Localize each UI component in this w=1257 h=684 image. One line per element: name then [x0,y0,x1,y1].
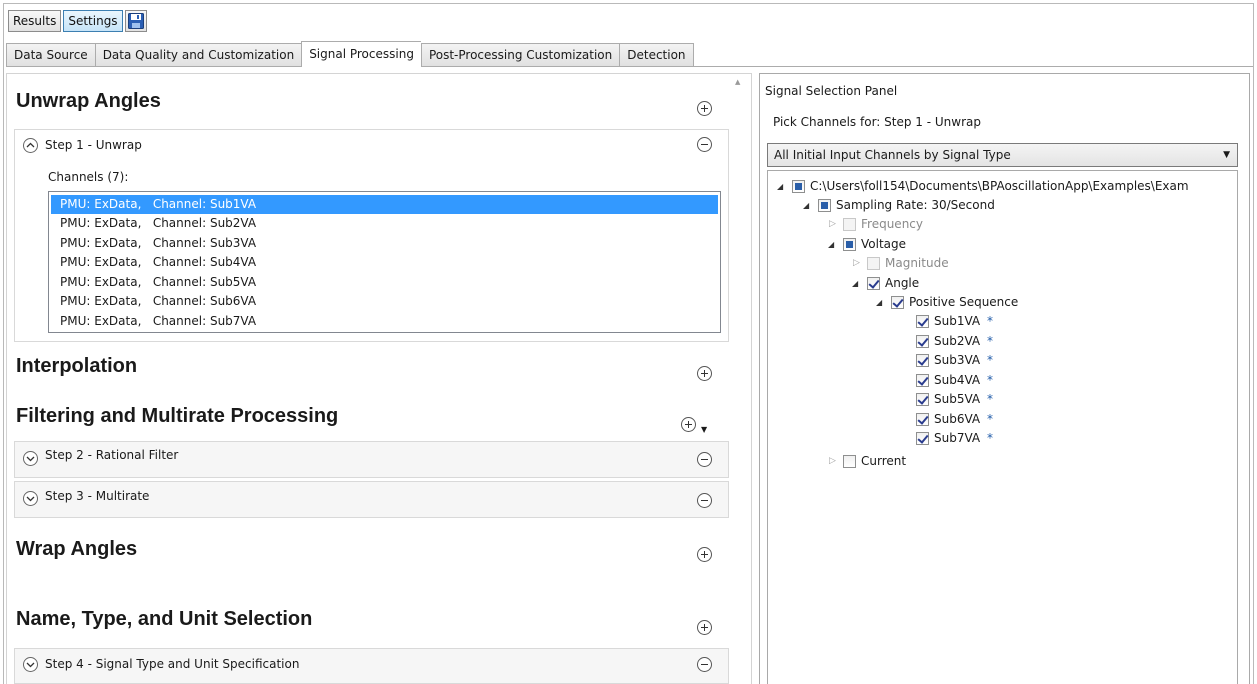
results-button[interactable]: Results [8,10,62,32]
expanded-arrow-icon[interactable]: ◢ [828,240,834,249]
angle-checkbox[interactable] [867,277,880,290]
chevron-down-icon[interactable] [23,491,38,506]
tab-post-processing[interactable]: Post-Processing Customization [420,43,620,67]
signal-checkbox[interactable] [916,335,929,348]
signal-label: Sub7VA [934,431,981,445]
signal-marker: * [987,334,993,348]
signal-marker: * [987,412,993,426]
settings-tabs: Data Source Data Quality and Customizati… [6,41,694,67]
collapsed-arrow-icon[interactable]: ▷ [853,258,860,268]
positive-sequence-label: Positive Sequence [909,295,1019,309]
remove-step2-icon[interactable] [697,452,712,467]
angle-label: Angle [885,276,920,290]
tab-divider [6,66,1253,67]
signal-marker: * [987,373,993,387]
magnitude-label: Magnitude [885,256,949,270]
add-filter-dropdown-arrow-icon[interactable]: ▼ [701,425,707,434]
signal-checkbox[interactable] [916,354,929,367]
remove-step3-icon[interactable] [697,493,712,508]
filtering-heading: Filtering and Multirate Processing [16,405,339,427]
positive-sequence-checkbox[interactable] [891,296,904,309]
collapsed-arrow-icon[interactable]: ▷ [829,219,836,229]
wrap-angles-heading: Wrap Angles [16,538,138,560]
signal-label: Sub3VA [934,353,981,367]
tab-data-quality[interactable]: Data Quality and Customization [94,43,302,67]
signal-checkbox[interactable] [916,432,929,445]
channel-list-item[interactable]: PMU: ExData, Channel: Sub2VA [51,214,718,233]
scroll-up-arrow-icon[interactable]: ▲ [735,78,740,86]
unwrap-angles-heading: Unwrap Angles [16,90,161,112]
tab-data-source[interactable]: Data Source [6,43,95,67]
name-type-unit-heading: Name, Type, and Unit Selection [16,608,313,630]
signal-marker: * [987,431,993,445]
step2-label: Step 2 - Rational Filter [45,448,179,462]
add-filter-step-icon[interactable] [681,417,696,432]
voltage-label: Voltage [861,237,907,251]
channel-source-select[interactable]: All Initial Input Channels by Signal Typ… [767,143,1238,167]
tab-signal-processing[interactable]: Signal Processing [301,41,421,67]
channel-source-value: All Initial Input Channels by Signal Typ… [774,148,1011,162]
settings-button[interactable]: Settings [63,10,123,32]
signal-label: Sub1VA [934,314,981,328]
chevron-down-icon[interactable] [23,451,38,466]
expanded-arrow-icon[interactable]: ◢ [876,298,882,307]
tab-detection[interactable]: Detection [619,43,694,67]
channels-listbox[interactable]: PMU: ExData, Channel: Sub1VA PMU: ExData… [48,191,721,333]
voltage-checkbox[interactable] [843,238,856,251]
channel-list-item[interactable]: PMU: ExData, Channel: Sub1VA [51,195,718,214]
signal-label: Sub4VA [934,373,981,387]
add-wrap-step-icon[interactable] [697,547,712,562]
add-unwrap-step-icon[interactable] [697,101,712,116]
expanded-arrow-icon[interactable]: ◢ [777,182,783,191]
signal-checkbox[interactable] [916,413,929,426]
channel-list-item[interactable]: PMU: ExData, Channel: Sub7VA [51,312,718,331]
signal-selection-panel-title: Signal Selection Panel [765,84,898,98]
sampling-checkbox[interactable] [818,199,831,212]
step1-label: Step 1 - Unwrap [45,138,142,152]
signal-label: Sub2VA [934,334,981,348]
current-label: Current [861,454,907,468]
signal-label: Sub5VA [934,392,981,406]
signal-checkbox[interactable] [916,393,929,406]
collapsed-arrow-icon[interactable]: ▷ [829,456,836,466]
signal-marker: * [987,392,993,406]
chevron-down-icon: ▼ [1223,150,1230,160]
add-interpolation-step-icon[interactable] [697,366,712,381]
signal-checkbox[interactable] [916,315,929,328]
interpolation-heading: Interpolation [16,355,138,377]
frequency-label: Frequency [861,217,923,231]
channel-list-item[interactable]: PMU: ExData, Channel: Sub3VA [51,234,718,253]
chevron-down-icon[interactable] [23,657,38,672]
signal-label: Sub6VA [934,412,981,426]
step3-label: Step 3 - Multirate [45,489,150,503]
remove-step4-icon[interactable] [697,657,712,672]
signal-checkbox[interactable] [916,374,929,387]
current-checkbox[interactable] [843,455,856,468]
chevron-up-icon[interactable] [23,138,38,153]
pick-channels-label: Pick Channels for: Step 1 - Unwrap [773,115,981,129]
top-toolbar: Results Settings [8,10,147,32]
signal-tree[interactable]: ◢ C:\Users\foll154\Documents\BPAoscillat… [767,170,1238,684]
signal-marker: * [987,314,993,328]
remove-step1-icon[interactable] [697,137,712,152]
save-button[interactable] [124,10,147,32]
root-checkbox[interactable] [792,180,805,193]
expanded-arrow-icon[interactable]: ◢ [852,279,858,288]
channel-list-item[interactable]: PMU: ExData, Channel: Sub6VA [51,292,718,311]
floppy-disk-icon [127,13,144,29]
sampling-label: Sampling Rate: 30/Second [836,198,995,212]
add-type-step-icon[interactable] [697,620,712,635]
channel-list-item[interactable]: PMU: ExData, Channel: Sub4VA [51,253,718,272]
step4-label: Step 4 - Signal Type and Unit Specificat… [45,657,300,671]
root-path-label: C:\Users\foll154\Documents\BPAoscillatio… [810,179,1189,193]
channels-count-label: Channels (7): [48,170,129,184]
expanded-arrow-icon[interactable]: ◢ [803,201,809,210]
channel-list-item[interactable]: PMU: ExData, Channel: Sub5VA [51,273,718,292]
magnitude-checkbox[interactable] [867,257,880,270]
frequency-checkbox[interactable] [843,218,856,231]
signal-marker: * [987,353,993,367]
